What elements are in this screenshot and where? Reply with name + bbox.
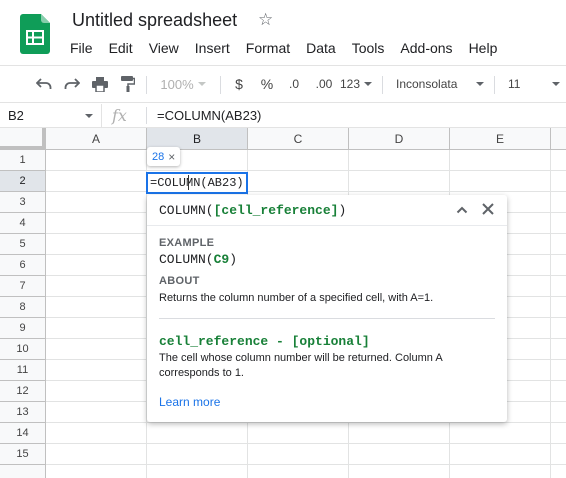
example-close-paren: )	[229, 252, 238, 267]
example-heading: EXAMPLE	[159, 237, 215, 249]
example-argument: C9	[213, 252, 230, 267]
font-family-value: Inconsolata	[396, 77, 458, 91]
row-header[interactable]: 8	[0, 297, 46, 318]
font-family-select[interactable]: Inconsolata	[390, 66, 488, 102]
menu-view[interactable]: View	[141, 38, 187, 60]
zoom-select[interactable]: 100%	[152, 66, 214, 102]
menu-tools[interactable]: Tools	[344, 38, 393, 60]
undo-icon[interactable]	[32, 66, 56, 102]
paint-format-icon[interactable]	[116, 66, 140, 102]
currency-format-button[interactable]: $	[228, 66, 250, 102]
grid-line	[46, 170, 566, 171]
menu-edit[interactable]: Edit	[101, 38, 141, 60]
function-signature: COLUMN([cell_reference])	[159, 203, 346, 218]
fx-icon: fx	[112, 106, 127, 125]
menu-file[interactable]: File	[62, 38, 101, 60]
grid-line	[550, 150, 551, 478]
row-header[interactable]: 2	[0, 171, 46, 192]
close-icon[interactable]	[481, 202, 495, 216]
row-header[interactable]	[0, 465, 46, 478]
column-header-e[interactable]: E	[450, 128, 551, 150]
function-help-popup: COLUMN([cell_reference]) EXAMPLE COLUMN(…	[147, 195, 507, 422]
toolbar: 100% $ % .0 .00 123 Inconsolata 11	[0, 65, 566, 103]
redo-icon[interactable]	[60, 66, 84, 102]
grid-line	[46, 191, 566, 192]
menu-add-ons[interactable]: Add-ons	[392, 38, 460, 60]
font-size-select[interactable]: 11	[500, 66, 564, 102]
signature-function-name: COLUMN(	[159, 203, 214, 218]
row-header[interactable]: 13	[0, 402, 46, 423]
toolbar-divider	[146, 76, 147, 94]
column-header-f[interactable]	[551, 128, 566, 150]
column-header-c[interactable]: C	[248, 128, 349, 150]
toolbar-divider	[220, 76, 221, 94]
row-header[interactable]: 4	[0, 213, 46, 234]
row-header[interactable]: 6	[0, 255, 46, 276]
formula-divider	[146, 107, 147, 124]
print-icon[interactable]	[88, 66, 112, 102]
row-header[interactable]: 15	[0, 444, 46, 465]
row-header[interactable]: 1	[0, 150, 46, 171]
chevron-down-icon	[85, 114, 93, 118]
function-help-header[interactable]: COLUMN([cell_reference])	[147, 195, 507, 226]
more-formats-label: 123	[339, 77, 361, 91]
row-header[interactable]: 14	[0, 423, 46, 444]
sheets-logo-icon[interactable]	[20, 14, 50, 54]
signature-close-paren: )	[338, 203, 347, 218]
example-function-name: COLUMN(	[159, 252, 214, 267]
more-formats-select[interactable]: 123	[339, 66, 373, 102]
signature-parameter: [cell_reference]	[213, 203, 339, 218]
chevron-down-icon	[476, 82, 484, 86]
about-text: Returns the column number of a specified…	[159, 292, 434, 304]
toolbar-divider	[382, 76, 383, 94]
help-divider	[159, 318, 495, 319]
grid-line	[46, 422, 566, 423]
formula-input[interactable]: =COLUMN(AB23)	[157, 104, 261, 127]
example-formula: COLUMN(C9)	[159, 252, 237, 267]
chevron-down-icon	[364, 82, 373, 86]
result-preview-value: 28	[152, 150, 165, 163]
chevron-down-icon	[552, 82, 560, 86]
name-box[interactable]: B2	[0, 104, 102, 127]
spreadsheet-window: Untitled spreadsheet ☆ File Edit View In…	[0, 0, 566, 478]
column-header-d[interactable]: D	[349, 128, 450, 150]
parameter-description: The cell whose column number will be ret…	[159, 352, 443, 379]
zoom-value: 100%	[160, 76, 194, 92]
row-header[interactable]: 11	[0, 360, 46, 381]
percent-format-button[interactable]: %	[256, 66, 278, 102]
name-box-value: B2	[8, 108, 24, 123]
grid-line	[46, 464, 566, 465]
font-size-value: 11	[508, 77, 521, 91]
menu-insert[interactable]: Insert	[187, 38, 238, 60]
menu-help[interactable]: Help	[461, 38, 506, 60]
formula-bar: B2 fx =COLUMN(AB23)	[0, 104, 566, 128]
menu-bar: File Edit View Insert Format Data Tools …	[62, 38, 505, 60]
parameter-name: cell_reference - [optional]	[159, 334, 370, 349]
toolbar-divider	[494, 76, 495, 94]
row-header[interactable]: 12	[0, 381, 46, 402]
star-icon[interactable]: ☆	[258, 10, 273, 30]
formula-result-preview: 28 ×	[147, 147, 181, 166]
column-header-a[interactable]: A	[46, 128, 147, 150]
row-header[interactable]: 9	[0, 318, 46, 339]
about-heading: ABOUT	[159, 275, 200, 287]
select-all-corner[interactable]	[0, 128, 46, 150]
close-preview-icon[interactable]: ×	[168, 150, 175, 164]
row-header[interactable]: 10	[0, 339, 46, 360]
row-header[interactable]: 7	[0, 276, 46, 297]
menu-format[interactable]: Format	[238, 38, 298, 60]
chevron-down-icon	[197, 82, 206, 86]
decrease-decimals-button[interactable]: .0	[282, 66, 306, 102]
menu-data[interactable]: Data	[298, 38, 344, 60]
learn-more-link[interactable]: Learn more	[159, 395, 220, 409]
row-header[interactable]: 5	[0, 234, 46, 255]
document-title[interactable]: Untitled spreadsheet	[72, 10, 237, 31]
text-cursor-icon	[188, 175, 189, 190]
grid-line	[46, 443, 566, 444]
collapse-chevron-up-icon[interactable]	[455, 203, 469, 217]
increase-decimals-button[interactable]: .00	[309, 66, 339, 102]
active-cell-editor[interactable]: =COLUMN(AB23)	[146, 172, 248, 194]
row-header[interactable]: 3	[0, 192, 46, 213]
